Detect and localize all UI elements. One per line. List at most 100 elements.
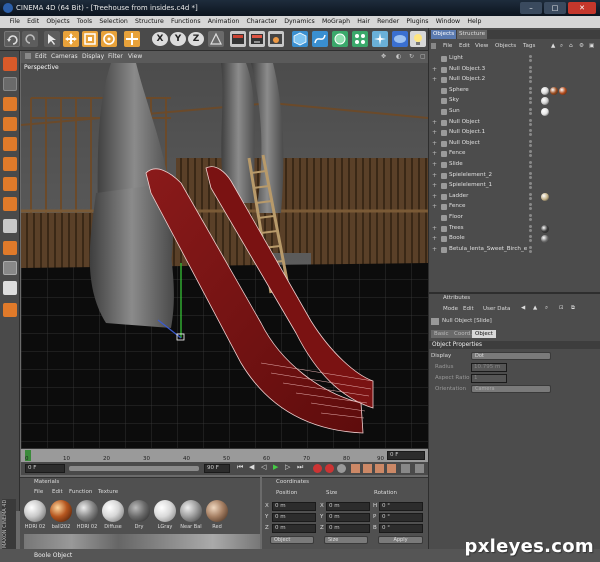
pla-key-icon[interactable] — [401, 464, 410, 473]
object-row[interactable]: + Slide — [429, 160, 600, 169]
menu-functions[interactable]: Functions — [167, 16, 204, 28]
expand-toggle-icon[interactable]: + — [432, 128, 437, 137]
size-z-field[interactable]: 0 m — [326, 524, 370, 533]
object-row[interactable]: + Null Object.2 — [429, 75, 600, 84]
visibility-toggle[interactable] — [527, 224, 534, 233]
scale-key-icon[interactable] — [363, 464, 372, 473]
play-icon[interactable]: ▶ — [273, 463, 278, 471]
up-arrow-icon[interactable]: ▲ — [533, 305, 537, 311]
object-row[interactable]: + Ladder — [429, 192, 600, 201]
material-tag-icon[interactable] — [550, 86, 558, 95]
coordinate-system-icon[interactable] — [208, 31, 224, 47]
current-frame-field[interactable]: 0 F — [387, 451, 425, 460]
materials-menu-file[interactable]: File — [34, 489, 43, 495]
workplane-icon[interactable] — [3, 261, 17, 275]
parameter-key-icon[interactable] — [387, 464, 396, 473]
expand-toggle-icon[interactable]: + — [432, 139, 437, 148]
visibility-toggle[interactable] — [527, 54, 534, 63]
step-forward-icon[interactable]: ▷ — [285, 463, 290, 471]
minimize-button[interactable]: – — [520, 2, 542, 14]
x-axis-lock-button[interactable]: X — [152, 32, 168, 46]
viewport-menu-display[interactable]: Display — [82, 51, 104, 63]
tab-object[interactable]: Object — [472, 330, 496, 338]
menu-hair[interactable]: Hair — [354, 16, 374, 28]
expand-toggle-icon[interactable]: + — [432, 149, 437, 158]
timeline-menu-icon[interactable] — [415, 464, 424, 473]
menu-plugins[interactable]: Plugins — [403, 16, 432, 28]
live-selection-icon[interactable] — [44, 31, 60, 47]
render-settings-icon[interactable] — [268, 31, 284, 47]
menu-render[interactable]: Render — [374, 16, 403, 28]
menu-mograph[interactable]: MoGraph — [318, 16, 353, 28]
undo-icon[interactable] — [4, 31, 20, 47]
keyframe-selection-icon[interactable] — [337, 464, 346, 473]
step-back-icon[interactable]: ◁ — [261, 463, 266, 471]
menu-window[interactable]: Window — [432, 16, 464, 28]
array-icon[interactable] — [352, 31, 368, 47]
autokey-icon[interactable] — [325, 464, 334, 473]
tweak-mode-icon[interactable] — [3, 219, 17, 233]
menu-file[interactable]: File — [6, 16, 24, 28]
maximize-button[interactable]: □ — [544, 2, 566, 14]
scale-tool-icon[interactable] — [82, 31, 98, 47]
attributes-menu-edit[interactable]: Edit — [463, 306, 474, 312]
texture-mode-icon[interactable] — [3, 117, 17, 131]
visibility-toggle[interactable] — [527, 75, 534, 84]
viewport-menu-filter[interactable]: Filter — [108, 51, 123, 63]
model-mode-icon[interactable] — [3, 77, 17, 91]
tab-structure[interactable]: Structure — [457, 30, 488, 39]
expand-toggle-icon[interactable]: + — [432, 65, 437, 74]
position-key-icon[interactable] — [351, 464, 360, 473]
viewport-move-icon[interactable]: ✥ — [381, 51, 386, 63]
rotation-key-icon[interactable] — [375, 464, 384, 473]
attributes-menu-userdata[interactable]: User Data — [483, 306, 510, 312]
menu-selection[interactable]: Selection — [96, 16, 132, 28]
material-ball[interactable] — [24, 500, 46, 522]
object-row[interactable]: Sky — [429, 96, 600, 106]
arrow-up-icon[interactable]: ▲ — [551, 41, 555, 51]
recent-tools-icon[interactable] — [124, 31, 140, 47]
material-row-2[interactable] — [24, 534, 260, 550]
scene-icon[interactable] — [392, 31, 408, 47]
record-icon[interactable] — [313, 464, 322, 473]
viewport-menu-view[interactable]: View — [128, 51, 142, 63]
material-tag-icon[interactable] — [541, 97, 549, 106]
aspect-ratio-field[interactable]: 1 — [471, 374, 507, 383]
range-slider[interactable] — [69, 466, 199, 471]
rotate-tool-icon[interactable] — [101, 31, 117, 47]
viewport-maximize-icon[interactable]: ▢ — [420, 51, 426, 63]
rotation-b-field[interactable]: 0 ° — [379, 524, 423, 533]
go-to-end-icon[interactable]: ⏭ — [297, 463, 303, 472]
visibility-toggle[interactable] — [527, 213, 534, 222]
visibility-toggle[interactable] — [527, 86, 534, 95]
visibility-toggle[interactable] — [527, 192, 534, 201]
object-row[interactable]: + Trees — [429, 224, 600, 233]
redo-icon[interactable] — [22, 31, 38, 47]
new-window-icon[interactable]: ⧉ — [571, 305, 575, 312]
orientation-dropdown[interactable]: Camera — [471, 385, 551, 393]
polygons-mode-icon[interactable] — [3, 197, 17, 211]
material-tag-icon[interactable] — [541, 86, 549, 95]
material-tag-icon[interactable] — [541, 224, 549, 233]
objects-menu-objects[interactable]: Objects — [495, 41, 516, 51]
light-icon[interactable] — [410, 31, 426, 47]
position-z-field[interactable]: 0 m — [272, 524, 316, 533]
object-row[interactable]: + Betula_lenta_Sweet_Birch_e — [429, 245, 600, 254]
z-axis-lock-button[interactable]: Z — [188, 32, 204, 46]
viewport-menu-cameras[interactable]: Cameras — [51, 51, 78, 63]
3d-viewport[interactable]: Perspective — [21, 63, 428, 448]
material-ball[interactable] — [76, 500, 98, 522]
menu-objects[interactable]: Objects — [43, 16, 74, 28]
material-ball[interactable] — [180, 500, 202, 522]
objects-menu-tags[interactable]: Tags — [523, 41, 535, 51]
start-frame-field[interactable]: 0 F — [25, 464, 65, 473]
object-row[interactable]: + Null Object — [429, 118, 600, 127]
materials-menu-function[interactable]: Function — [69, 489, 92, 495]
materials-menu-edit[interactable]: Edit — [52, 489, 63, 495]
object-row[interactable]: Sun — [429, 107, 600, 116]
object-mode-icon[interactable] — [3, 97, 17, 111]
snap-icon[interactable] — [3, 241, 17, 255]
sculpt-icon[interactable] — [3, 303, 17, 317]
tab-objects[interactable]: Objects — [431, 30, 457, 39]
nurbs-icon[interactable] — [332, 31, 348, 47]
